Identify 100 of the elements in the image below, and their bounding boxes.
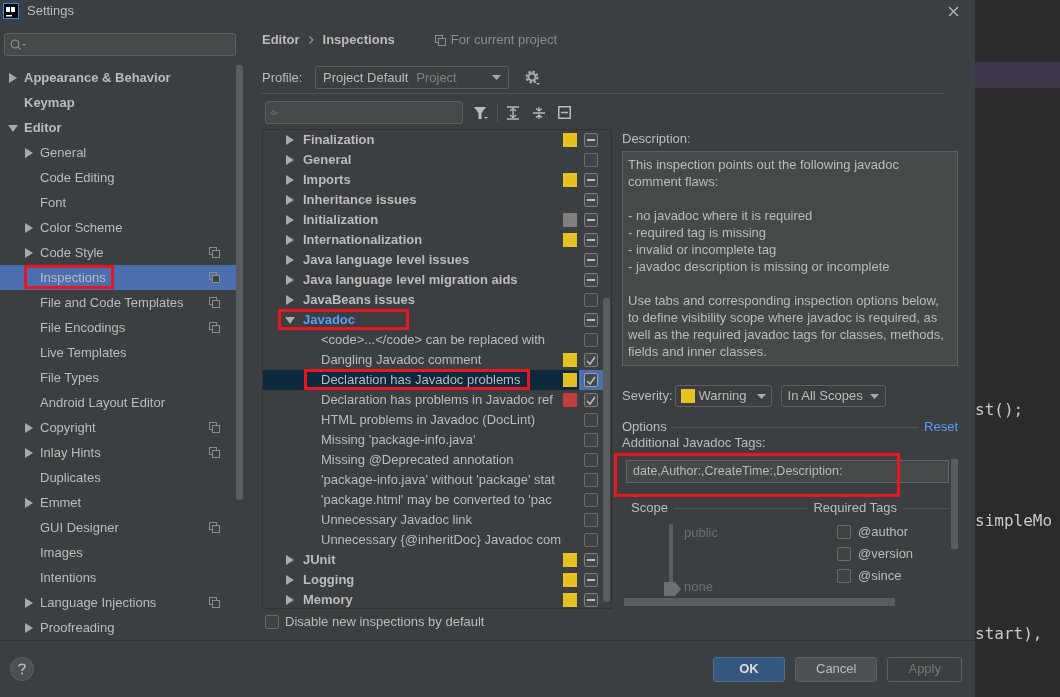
checkbox[interactable] [584, 413, 598, 427]
collapse-arrow-icon[interactable] [8, 122, 18, 133]
sidebar-item[interactable]: Intentions [0, 565, 236, 590]
reset-link[interactable]: Reset [924, 417, 958, 437]
expand-arrow-icon[interactable] [24, 422, 34, 433]
checkbox[interactable] [584, 473, 598, 487]
inspection-row[interactable]: Imports [263, 170, 603, 190]
scrollbar[interactable] [603, 298, 610, 602]
checkbox[interactable] [584, 233, 598, 247]
checkbox[interactable] [584, 573, 598, 587]
sidebar-item[interactable]: File Types [0, 365, 236, 390]
inspection-row[interactable]: Java language level migration aids [263, 270, 603, 290]
inspection-row[interactable]: Memory [263, 590, 603, 610]
inspection-row[interactable]: Inheritance issues [263, 190, 603, 210]
sidebar-item[interactable]: Language Injections [0, 590, 236, 615]
inspection-row[interactable]: Java language level issues [263, 250, 603, 270]
scope-dropdown[interactable]: In All Scopes [780, 385, 886, 407]
slider-thumb[interactable] [664, 582, 682, 596]
checkbox[interactable] [584, 213, 598, 227]
close-icon[interactable] [948, 5, 959, 17]
expand-arrow-icon[interactable] [24, 447, 34, 458]
expand-all-icon[interactable] [506, 105, 520, 120]
checkbox[interactable] [837, 524, 851, 539]
inspection-row[interactable]: 'package.html' may be converted to 'pac [263, 490, 603, 510]
expand-arrow-icon[interactable] [24, 222, 34, 233]
inspection-row[interactable]: Unnecessary {@inheritDoc} Javadoc com [263, 530, 603, 550]
expand-arrow-icon[interactable] [24, 497, 34, 508]
checkbox[interactable] [584, 293, 598, 307]
dialog-button[interactable]: Cancel [795, 656, 878, 682]
inspection-row[interactable]: <code>...</code> can be replaced with [263, 330, 603, 350]
expand-arrow-icon[interactable] [24, 147, 34, 158]
severity-dropdown[interactable]: Warning [674, 385, 772, 407]
collapse-all-icon[interactable] [532, 105, 546, 120]
checkbox[interactable] [265, 615, 279, 629]
sidebar-item[interactable]: Proofreading [0, 615, 236, 640]
inspection-row[interactable]: Initialization [263, 210, 603, 230]
scrollbar[interactable] [236, 65, 243, 500]
checkbox[interactable] [584, 453, 598, 467]
checkbox[interactable] [584, 253, 598, 267]
scrollbar[interactable] [951, 459, 958, 549]
checkbox[interactable] [584, 353, 598, 367]
checkbox[interactable] [584, 493, 598, 507]
expand-arrow-icon[interactable] [8, 72, 18, 83]
expand-arrow-icon[interactable] [24, 622, 34, 633]
scrollbar[interactable] [624, 598, 895, 606]
inspection-row[interactable]: Missing @Deprecated annotation [263, 450, 603, 470]
sidebar-item[interactable]: Code Style [0, 240, 236, 265]
sidebar-item[interactable]: Copyright [0, 415, 236, 440]
inspection-row[interactable]: JavaBeans issues [263, 290, 603, 310]
sidebar-item[interactable]: General [0, 140, 236, 165]
checkbox[interactable] [584, 513, 598, 527]
reset-icon[interactable] [558, 106, 571, 119]
checkbox[interactable] [837, 546, 851, 561]
expand-arrow-icon[interactable] [24, 597, 34, 608]
checkbox[interactable] [584, 373, 598, 387]
sidebar-item[interactable]: Duplicates [0, 465, 236, 490]
inspection-row[interactable]: Finalization [263, 130, 603, 150]
sidebar-item[interactable]: Font [0, 190, 236, 215]
sidebar-item[interactable]: Keymap [0, 90, 236, 115]
sidebar-item[interactable]: File Encodings [0, 315, 236, 340]
collapse-arrow-icon[interactable] [285, 315, 295, 325]
checkbox[interactable] [584, 533, 598, 547]
tags-field[interactable]: date,Author:,CreateTime:,Description: [626, 460, 949, 483]
sidebar-item[interactable]: Color Scheme [0, 215, 236, 240]
settings-icon[interactable] [525, 69, 541, 86]
checkbox[interactable] [584, 273, 598, 287]
inspection-row[interactable]: Internationalization [263, 230, 603, 250]
sidebar-item[interactable]: Android Layout Editor [0, 390, 236, 415]
profile-dropdown[interactable]: Project Default Project [315, 66, 509, 89]
inspection-row[interactable]: Dangling Javadoc comment [263, 350, 603, 370]
sidebar-item[interactable]: GUI Designer [0, 515, 236, 540]
expand-arrow-icon[interactable] [24, 247, 34, 258]
sidebar-item[interactable]: Editor [0, 115, 236, 140]
dialog-button[interactable]: OK [713, 656, 785, 682]
search-field[interactable] [265, 101, 463, 124]
checkbox[interactable] [584, 313, 598, 327]
inspection-row[interactable]: Unnecessary Javadoc link [263, 510, 603, 530]
inspection-row[interactable]: JUnit [263, 550, 603, 570]
sidebar-item[interactable]: Code Editing [0, 165, 236, 190]
checkbox[interactable] [837, 568, 851, 583]
sidebar-item[interactable]: Images [0, 540, 236, 565]
sidebar-item[interactable]: Appearance & Behavior [0, 65, 236, 90]
inspection-row[interactable]: Javadoc [263, 310, 603, 330]
sidebar-item[interactable]: Emmet [0, 490, 236, 515]
checkbox[interactable] [584, 173, 598, 187]
checkbox[interactable] [584, 153, 598, 167]
sidebar-item[interactable]: Live Templates [0, 340, 236, 365]
checkbox[interactable] [584, 593, 598, 607]
checkbox[interactable] [584, 193, 598, 207]
search-field[interactable] [4, 33, 236, 56]
inspection-row[interactable]: Declaration has problems in Javadoc ref [263, 390, 603, 410]
checkbox[interactable] [584, 433, 598, 447]
breadcrumb-item[interactable]: Editor [262, 30, 300, 50]
sidebar-item[interactable]: File and Code Templates [0, 290, 236, 315]
breadcrumb-item[interactable]: Inspections [322, 30, 395, 50]
inspection-row[interactable]: General [263, 150, 603, 170]
checkbox[interactable] [584, 333, 598, 347]
filter-icon[interactable] [473, 104, 489, 121]
checkbox[interactable] [584, 553, 598, 567]
inspection-row[interactable]: Missing 'package-info.java' [263, 430, 603, 450]
